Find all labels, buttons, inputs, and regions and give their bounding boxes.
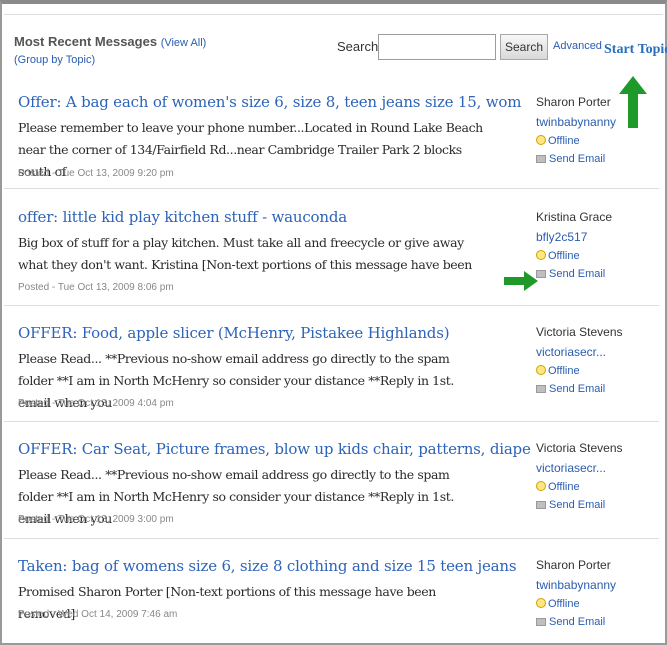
author-name: Sharon Porter: [536, 95, 611, 109]
smiley-icon: [536, 598, 546, 608]
author-profile-link[interactable]: victoriasecr...: [536, 458, 654, 478]
message-posted-date: Posted - Tue Oct 13, 2009 8:06 pm: [18, 282, 174, 293]
messages-header: Most Recent Messages (View All) (Group b…: [14, 34, 667, 74]
message-posted-date: Posted - Tue Oct 13, 2009 4:04 pm: [18, 398, 174, 409]
online-status: Offline: [536, 132, 654, 150]
send-email-link[interactable]: Send Email: [536, 265, 654, 283]
author-info: Sharon Porter twinbabynanny Offline Send…: [536, 92, 654, 168]
status-label: Offline: [548, 250, 580, 262]
divider: [4, 188, 659, 189]
start-topic-link[interactable]: Start Topic: [604, 42, 667, 58]
divider: [4, 421, 659, 422]
top-divider: [4, 14, 663, 15]
message-posted-date: Posted - Tue Oct 13, 2009 9:20 pm: [18, 168, 174, 179]
author-name: Sharon Porter: [536, 558, 611, 572]
status-label: Offline: [548, 481, 580, 493]
author-profile-link[interactable]: bfly2c517: [536, 227, 654, 247]
online-status: Offline: [536, 362, 654, 380]
view-all-link[interactable]: (View All): [161, 37, 207, 49]
send-email-link[interactable]: Send Email: [536, 613, 654, 631]
send-email-link[interactable]: Send Email: [536, 150, 654, 168]
author-profile-link[interactable]: twinbabynanny: [536, 575, 654, 595]
advanced-search-link[interactable]: Advanced: [553, 40, 602, 52]
message-posted-date: Posted - Tue Oct 13, 2009 3:00 pm: [18, 514, 174, 525]
message-posted-date: Posted - Wed Oct 14, 2009 7:46 am: [18, 609, 178, 620]
search-input[interactable]: [378, 34, 496, 60]
author-name: Victoria Stevens: [536, 325, 623, 339]
online-status: Offline: [536, 478, 654, 496]
mail-icon: [536, 385, 546, 393]
message-subject-link[interactable]: Taken: bag of womens size 6, size 8 clot…: [18, 557, 517, 575]
send-email-link[interactable]: Send Email: [536, 496, 654, 514]
status-label: Offline: [548, 598, 580, 610]
message-subject-link[interactable]: OFFER: Car Seat, Picture frames, blow up…: [18, 440, 531, 458]
author-profile-link[interactable]: twinbabynanny: [536, 112, 654, 132]
section-title-text: Most Recent Messages: [14, 34, 158, 49]
message-snippet: Big box of stuff for a play kitchen. Mus…: [18, 235, 472, 272]
message-subject-link[interactable]: offer: little kid play kitchen stuff - w…: [18, 208, 347, 226]
send-email-label: Send Email: [549, 616, 606, 628]
smiley-icon: [536, 135, 546, 145]
group-by-topic-link[interactable]: (Group by Topic): [14, 54, 95, 66]
section-title: Most Recent Messages (View All): [14, 34, 206, 49]
author-name: Kristina Grace: [536, 210, 613, 224]
author-info: Kristina Grace bfly2c517 Offline Send Em…: [536, 207, 654, 283]
search-label: Search:: [337, 39, 382, 54]
status-label: Offline: [548, 365, 580, 377]
author-info: Victoria Stevens victoriasecr... Offline…: [536, 438, 654, 514]
author-profile-link[interactable]: victoriasecr...: [536, 342, 654, 362]
search-button[interactable]: Search: [500, 34, 548, 60]
author-info: Sharon Porter twinbabynanny Offline Send…: [536, 555, 654, 631]
mail-icon: [536, 618, 546, 626]
mail-icon: [536, 155, 546, 163]
mail-icon: [536, 501, 546, 509]
divider: [4, 305, 659, 306]
divider: [4, 538, 659, 539]
smiley-icon: [536, 365, 546, 375]
send-email-label: Send Email: [549, 499, 606, 511]
message-subject-link[interactable]: Offer: A bag each of women's size 6, siz…: [18, 93, 521, 111]
online-status: Offline: [536, 595, 654, 613]
smiley-icon: [536, 481, 546, 491]
message-subject-link[interactable]: OFFER: Food, apple slicer (McHenry, Pist…: [18, 324, 450, 342]
send-email-label: Send Email: [549, 383, 606, 395]
send-email-link[interactable]: Send Email: [536, 380, 654, 398]
arrow-right-icon: [504, 271, 538, 291]
smiley-icon: [536, 250, 546, 260]
author-info: Victoria Stevens victoriasecr... Offline…: [536, 322, 654, 398]
online-status: Offline: [536, 247, 654, 265]
author-name: Victoria Stevens: [536, 441, 623, 455]
send-email-label: Send Email: [549, 153, 606, 165]
status-label: Offline: [548, 135, 580, 147]
send-email-label: Send Email: [549, 268, 606, 280]
